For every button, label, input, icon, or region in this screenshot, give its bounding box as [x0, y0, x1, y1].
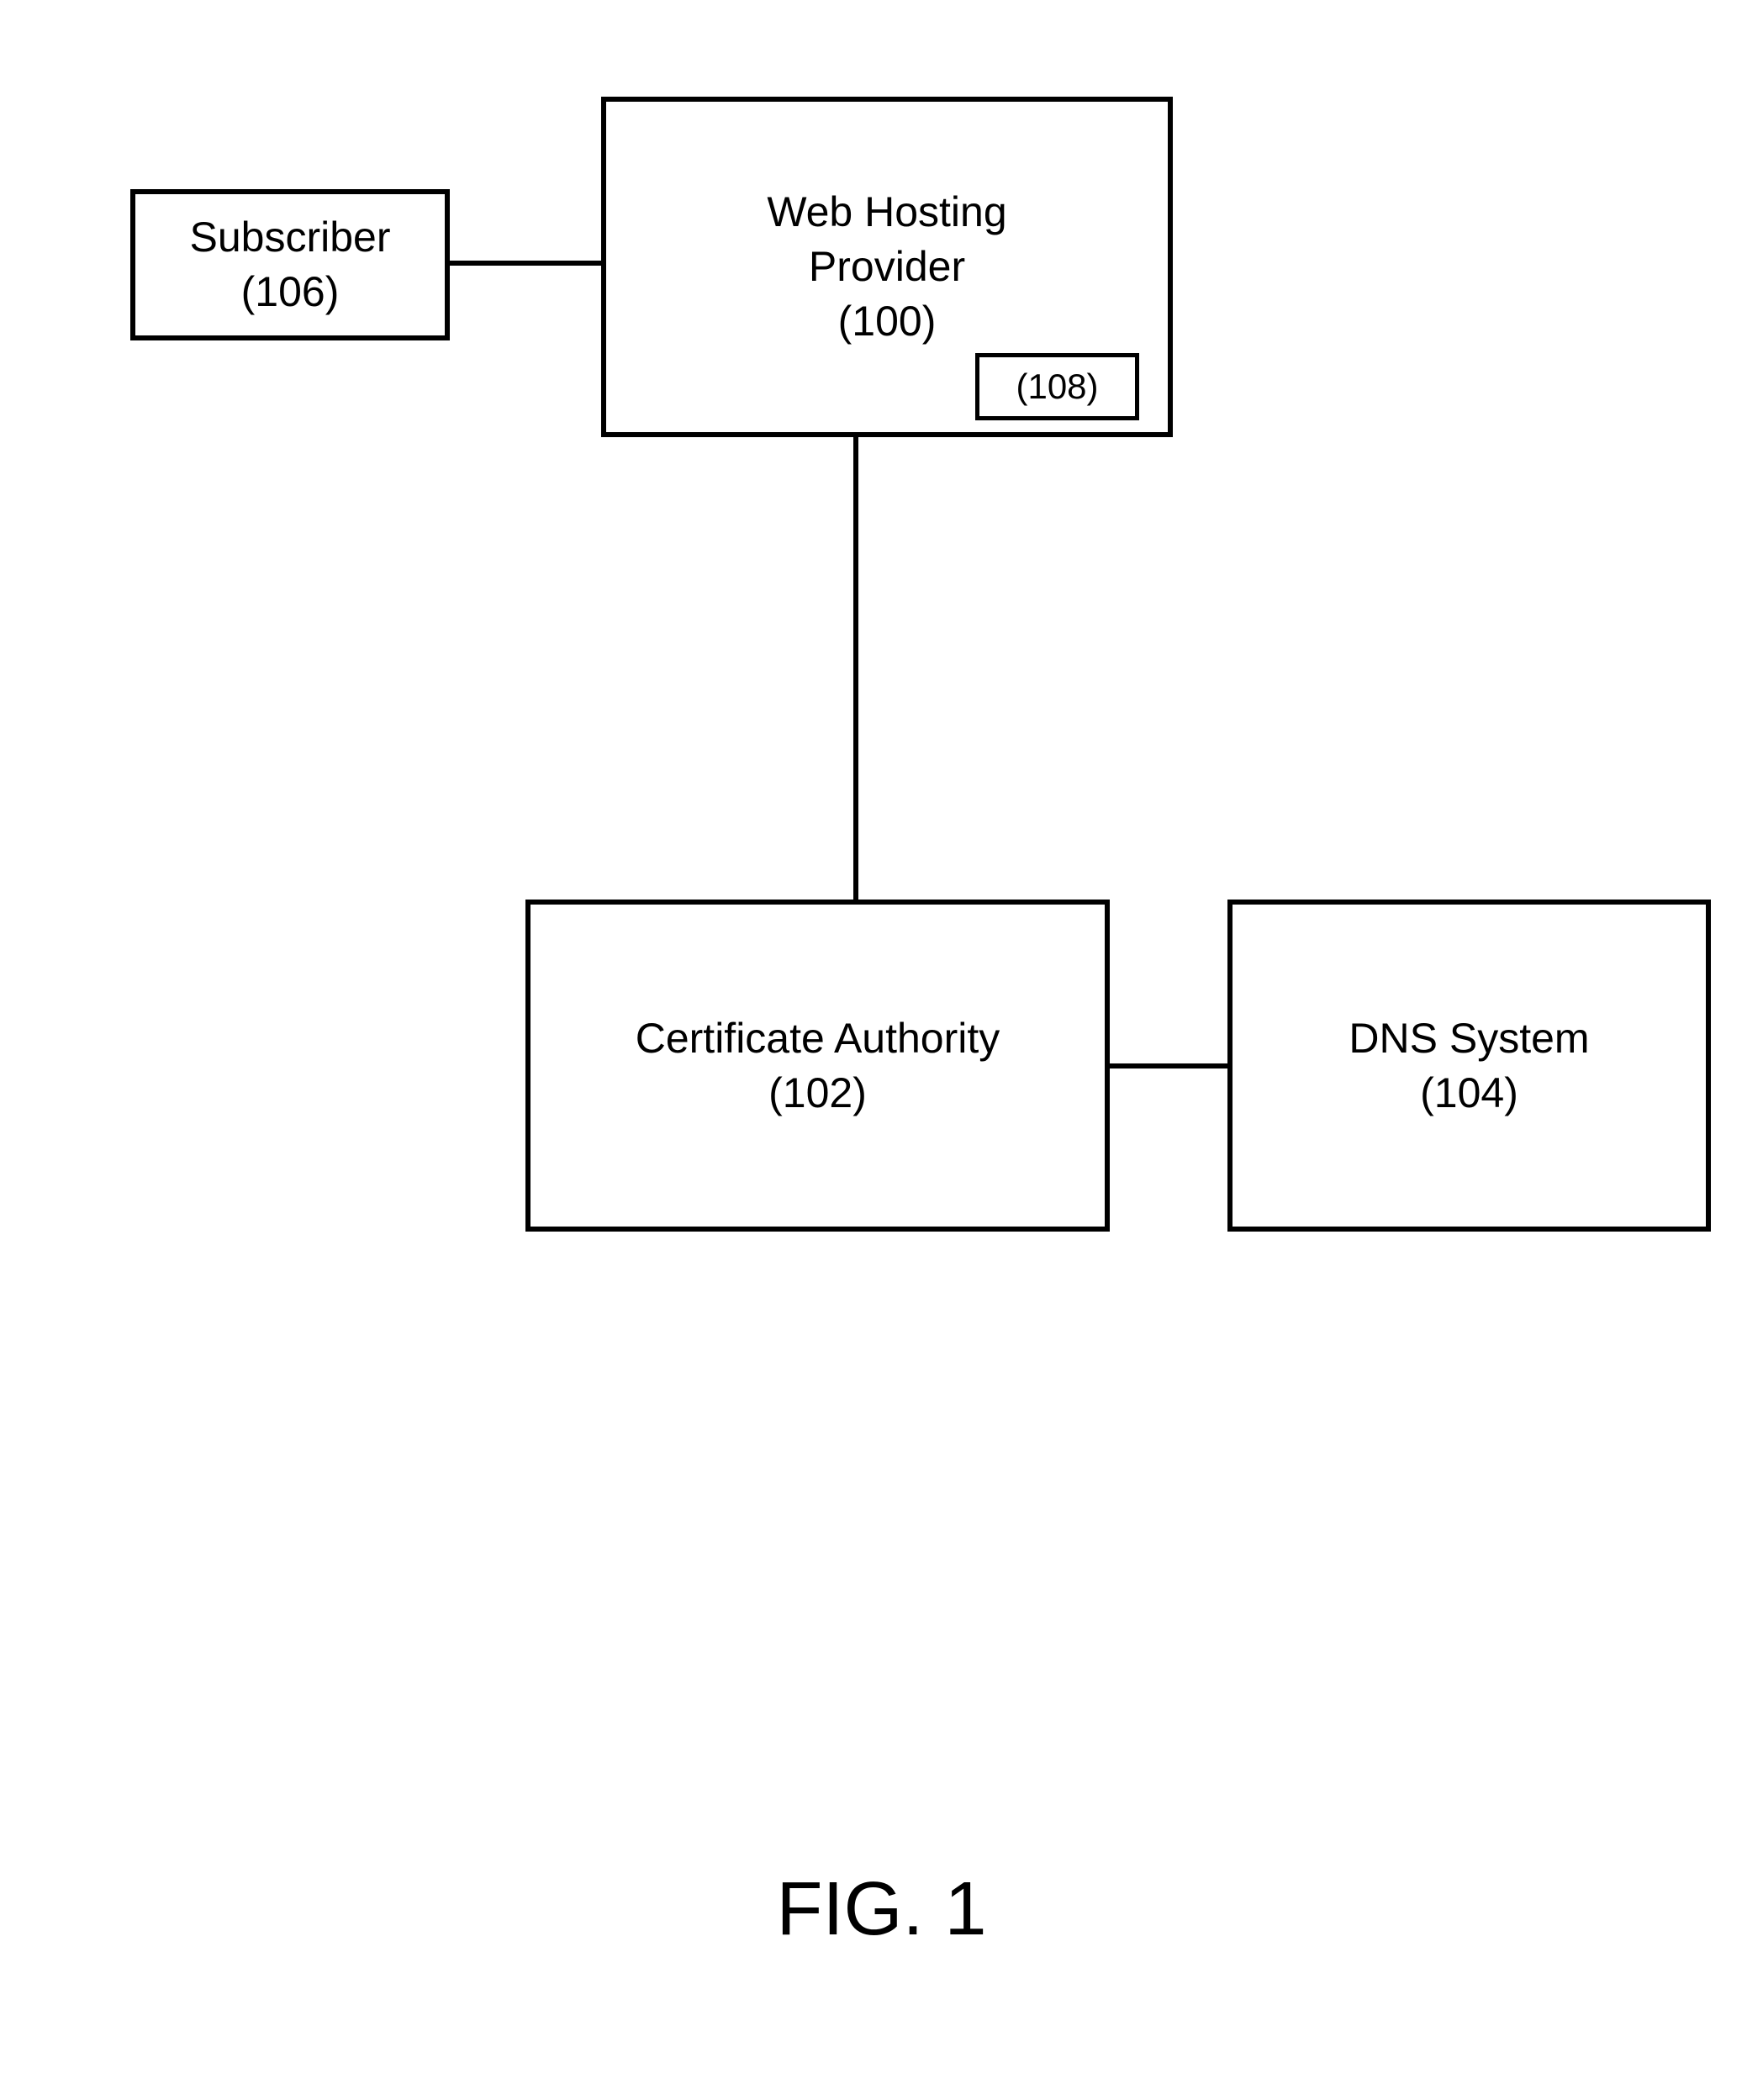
figure-label: FIG. 1: [776, 1866, 986, 1953]
connector-certauthority-to-dns: [1110, 1063, 1227, 1068]
web-hosting-label-2: Provider: [809, 240, 965, 294]
web-hosting-ref: (100): [838, 294, 937, 349]
connector-subscriber-to-webhosting: [450, 261, 601, 266]
cert-authority-label: Certificate Authority: [636, 1011, 1000, 1066]
dns-system-box: DNS System (104): [1227, 900, 1711, 1232]
web-hosting-inner-ref: (108): [1016, 367, 1098, 407]
connector-webhosting-to-certauthority: [853, 437, 858, 900]
subscriber-ref: (106): [241, 265, 340, 319]
dns-system-ref: (104): [1420, 1066, 1518, 1121]
subscriber-box: Subscriber (106): [130, 189, 450, 340]
web-hosting-label-1: Web Hosting: [767, 185, 1006, 240]
web-hosting-inner-box: (108): [975, 353, 1139, 420]
cert-authority-ref: (102): [768, 1066, 867, 1121]
subscriber-label: Subscriber: [190, 210, 391, 265]
certificate-authority-box: Certificate Authority (102): [525, 900, 1110, 1232]
dns-system-label: DNS System: [1349, 1011, 1589, 1066]
